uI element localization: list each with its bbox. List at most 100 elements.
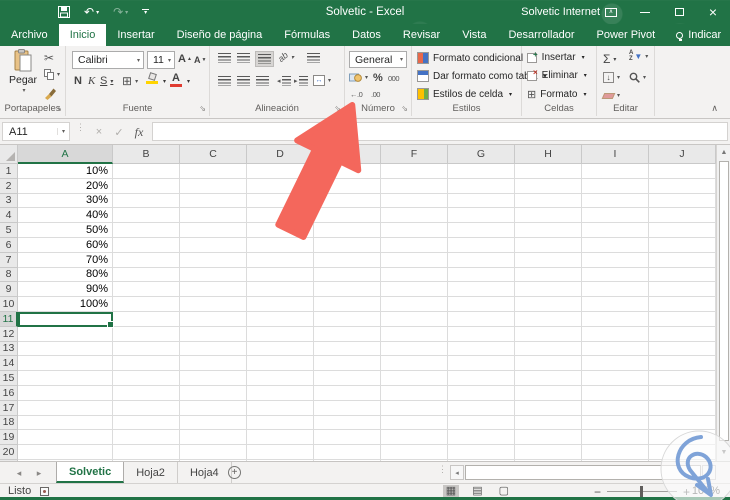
cell-E3[interactable] [314, 193, 381, 209]
sheet-tab-solvetic[interactable]: Solvetic [56, 462, 125, 483]
increase-indent-icon[interactable]: ▸ [294, 76, 308, 86]
account-name[interactable]: Solvetic Internet [521, 0, 600, 24]
cell-B13[interactable] [113, 341, 180, 357]
cell-I14[interactable] [582, 356, 649, 372]
column-header-C[interactable]: C [180, 145, 247, 164]
cell-C18[interactable] [180, 415, 247, 431]
scroll-right-icon[interactable]: ▸ [702, 465, 716, 480]
row-header-20[interactable]: 20 [0, 445, 18, 460]
cell-F4[interactable] [381, 208, 448, 224]
cell-G11[interactable] [448, 311, 515, 327]
row-header-2[interactable]: 2 [0, 178, 18, 194]
cell-J8[interactable] [649, 267, 716, 283]
tell-me-box[interactable]: Indicar [666, 24, 730, 46]
cell-C11[interactable] [180, 311, 247, 327]
row-header-10[interactable]: 10 [0, 297, 18, 312]
horizontal-scroll-thumb[interactable] [465, 465, 701, 480]
cell-F13[interactable] [381, 341, 448, 357]
cell-B9[interactable] [113, 282, 180, 298]
tab-diseno-de-pagina[interactable]: Diseño de página [166, 24, 274, 46]
cell-I16[interactable] [582, 385, 649, 401]
cell-J3[interactable] [649, 193, 716, 209]
cell-B19[interactable] [113, 430, 180, 446]
column-header-B[interactable]: B [113, 145, 180, 164]
cell-C17[interactable] [180, 400, 247, 416]
cell-G20[interactable] [448, 445, 515, 460]
cell-B7[interactable] [113, 252, 180, 268]
cell-A20[interactable] [18, 445, 113, 460]
cell-H16[interactable] [515, 385, 582, 401]
tab-vista[interactable]: Vista [451, 24, 497, 46]
cell-A3[interactable]: 30% [18, 193, 113, 209]
column-header-H[interactable]: H [515, 145, 582, 164]
tab-desarrollador[interactable]: Desarrollador [497, 24, 585, 46]
number-format-combo[interactable]: General ▾ [349, 51, 407, 68]
cell-D10[interactable] [247, 297, 314, 312]
column-header-E[interactable]: E [314, 145, 381, 164]
cell-B16[interactable] [113, 385, 180, 401]
cell-G1[interactable] [448, 164, 515, 179]
cell-A17[interactable] [18, 400, 113, 416]
macro-record-icon[interactable] [40, 487, 49, 496]
cell-A5[interactable]: 50% [18, 223, 113, 238]
cell-B2[interactable] [113, 178, 180, 194]
cell-F8[interactable] [381, 267, 448, 283]
cell-H9[interactable] [515, 282, 582, 298]
cell-E5[interactable] [314, 223, 381, 238]
cell-C10[interactable] [180, 297, 247, 312]
hscroll-splitter[interactable]: ⋮ [438, 465, 447, 474]
cell-I12[interactable] [582, 326, 649, 342]
cell-I17[interactable] [582, 400, 649, 416]
cell-J9[interactable] [649, 282, 716, 298]
cell-E10[interactable] [314, 297, 381, 312]
cell-B12[interactable] [113, 326, 180, 342]
tab-power-pivot[interactable]: Power Pivot [585, 24, 666, 46]
cell-I15[interactable] [582, 371, 649, 386]
tab-insertar[interactable]: Insertar [106, 24, 165, 46]
cell-C16[interactable] [180, 385, 247, 401]
row-header-6[interactable]: 6 [0, 237, 18, 253]
cell-E9[interactable] [314, 282, 381, 298]
cell-A14[interactable] [18, 356, 113, 372]
cell-J5[interactable] [649, 223, 716, 238]
row-header-1[interactable]: 1 [0, 164, 18, 179]
cell-B18[interactable] [113, 415, 180, 431]
cell-D11[interactable] [247, 311, 314, 327]
conditional-formatting-button[interactable]: Formato condicional▾ [417, 52, 532, 64]
cell-A16[interactable] [18, 385, 113, 401]
sheet-next-icon[interactable]: ▸ [30, 462, 48, 484]
cell-F14[interactable] [381, 356, 448, 372]
cell-I4[interactable] [582, 208, 649, 224]
cell-H6[interactable] [515, 237, 582, 253]
tab-revisar[interactable]: Revisar [392, 24, 451, 46]
scroll-up-icon[interactable]: ▲ [718, 145, 730, 159]
cell-C19[interactable] [180, 430, 247, 446]
cell-H13[interactable] [515, 341, 582, 357]
cell-G15[interactable] [448, 371, 515, 386]
row-header-14[interactable]: 14 [0, 356, 18, 372]
cell-J19[interactable] [649, 430, 716, 446]
cell-D16[interactable] [247, 385, 314, 401]
cell-G19[interactable] [448, 430, 515, 446]
enter-icon[interactable]: ✓ [110, 123, 128, 141]
cell-A4[interactable]: 40% [18, 208, 113, 224]
cell-F16[interactable] [381, 385, 448, 401]
cell-C8[interactable] [180, 267, 247, 283]
collapse-ribbon-icon[interactable]: ∧ [711, 103, 718, 114]
cell-B20[interactable] [113, 445, 180, 460]
orientation-icon[interactable]: ab ▾ [276, 50, 294, 64]
cell-D1[interactable] [247, 164, 314, 179]
row-header-8[interactable]: 8 [0, 267, 18, 283]
format-cells-button[interactable]: ⊞ Formato ▾ [527, 88, 586, 101]
cell-F17[interactable] [381, 400, 448, 416]
cell-I7[interactable] [582, 252, 649, 268]
cell-J13[interactable] [649, 341, 716, 357]
cell-B3[interactable] [113, 193, 180, 209]
dialog-launcher-icon[interactable]: ⇘ [55, 105, 62, 113]
cell-G10[interactable] [448, 297, 515, 312]
column-header-A[interactable]: A [18, 145, 113, 164]
cell-G18[interactable] [448, 415, 515, 431]
minimize-icon[interactable] [628, 0, 662, 24]
cell-H11[interactable] [515, 311, 582, 327]
formula-input[interactable] [152, 122, 728, 141]
